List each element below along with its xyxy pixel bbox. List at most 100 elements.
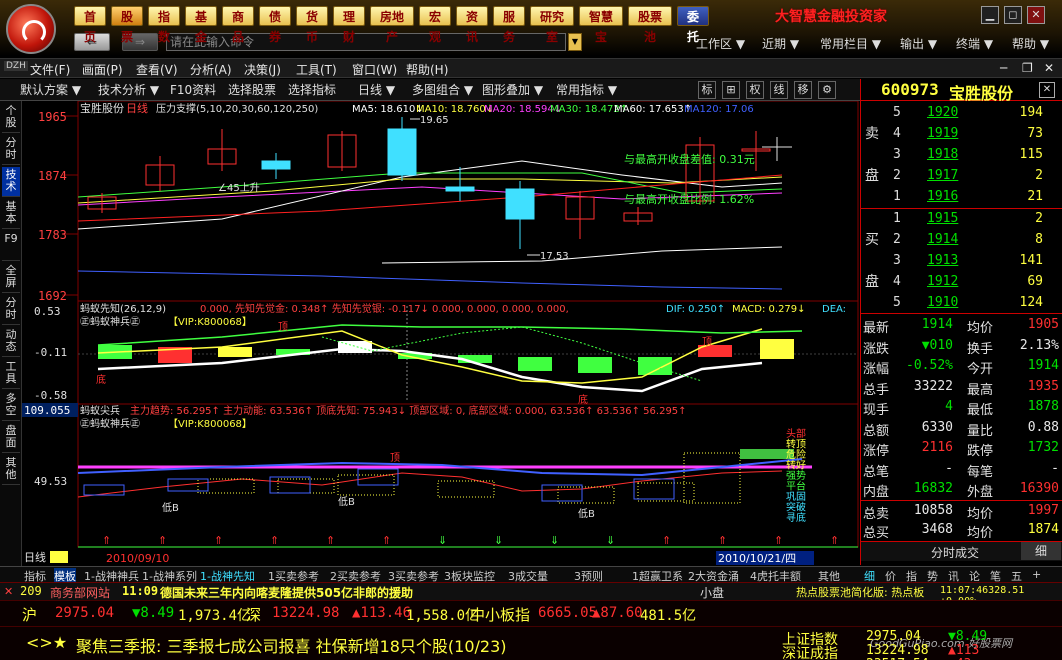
index-summary-bar: 沪 2975.04 ▼8.49 1,973.4亿 深 13224.98 ▲113… [0,600,1062,626]
top-menu-3[interactable]: 输出 ▼ [900,35,937,52]
left-tab-10[interactable]: 盘面 [2,423,20,453]
nav-button-14[interactable]: 股票池 [628,6,672,44]
left-tab-4[interactable]: F9 [2,231,20,261]
nav-button-2[interactable]: 指数 [148,6,180,44]
menu-item-1[interactable]: 画面(P) [82,61,123,78]
stat-label-2: 跌停 [967,444,994,459]
buy-row[interactable]: 2 1914 8 [861,230,1062,250]
menu-item-4[interactable]: 决策(J) [244,61,281,78]
sell-row[interactable]: 5 1920 194 [861,103,1062,123]
restore-icon[interactable]: ◻ [1004,6,1022,24]
left-tab-3[interactable]: 基本 [2,199,20,229]
stat-value: ▼010 [921,337,953,353]
menu-item-7[interactable]: 帮助(H) [406,61,448,78]
left-tab-5[interactable]: 全屏 [2,263,20,293]
nav-button-7[interactable]: 理财 [333,6,365,44]
toolbar-right-button-0[interactable]: 标 [698,81,716,99]
left-tab-8[interactable]: 工具 [2,359,20,389]
nav-button-11[interactable]: 服务 [493,6,525,44]
close-icon[interactable]: ✕ [1027,6,1045,24]
sell-row[interactable]: 4 1919 73 [861,124,1062,144]
stock-code: 600973 [881,80,939,99]
buy-row[interactable]: 3 1913 141 [861,251,1062,271]
buy-row[interactable]: 4 1912 69 [861,272,1062,292]
toolbar-item-0[interactable]: 默认方案 ▼ [20,81,81,98]
menu-minimize-icon[interactable]: ─ [1000,61,1007,75]
top-menu-5[interactable]: 帮助 ▼ [1012,35,1049,52]
sell-row[interactable]: 2 1917 2 [861,166,1062,186]
timeshare-button[interactable]: 分时成交 [931,544,979,561]
toolbar-item-5[interactable]: 日线 ▼ [358,81,395,98]
ticker-site[interactable]: 商务部网站 [50,584,110,601]
toolbar-item-3[interactable]: 选择股票 [228,81,276,98]
nav-button-0[interactable]: 首页 [74,6,106,44]
toolbar-right-button-4[interactable]: 移 [794,81,812,99]
nav-button-1[interactable]: 股票 [111,6,143,44]
detail-button[interactable]: 细 [1021,542,1061,560]
hot-pool-label[interactable]: 热点股票池简化版: 热点板 [796,584,924,600]
top-menu-0[interactable]: 工作区 ▼ [696,35,745,52]
nav-button-4[interactable]: 商品 [222,6,254,44]
left-tab-7[interactable]: 动态 [2,327,20,357]
left-tab-0[interactable]: 个股 [2,103,20,133]
left-tab-9[interactable]: 多空 [2,391,20,421]
left-tab-2[interactable]: 技术 [2,167,20,197]
stat-label-2: 外盘 [967,485,994,500]
menu-item-3[interactable]: 分析(A) [190,61,232,78]
ticker-headline[interactable]: 德国未来三年内向喀麦隆提供505亿非郎的援助 [160,584,413,601]
toolbar-item-6[interactable]: 多图组合 ▼ [412,81,473,98]
toolbar-right-button-1[interactable]: ⊞ [722,81,740,99]
kline-chart-area[interactable]: 1965 1874 1783 1692 宝胜股份 日线 压力支撑(5,10,20,30,60… [22,100,860,566]
nav-button-8[interactable]: 房地产 [370,6,414,44]
stat-row: 总额 6330 量比 0.88 [861,418,1062,439]
left-tab-11[interactable]: 其他 [2,455,20,485]
top-menu-1[interactable]: 近期 ▼ [762,35,799,52]
nav-button-9[interactable]: 宏观 [419,6,451,44]
nav-button-12[interactable]: 研究室 [530,6,574,44]
app-logo[interactable] [6,4,56,54]
buy-row[interactable]: 5 1910 124 [861,293,1062,313]
nav-button-5[interactable]: 债券 [259,6,291,44]
stat-value-2: - [1051,460,1059,476]
menu-restore-icon[interactable]: ❐ [1022,61,1033,75]
menu-bar: DZH ─ ❐ ✕ 文件(F) 画面(P) 查看(V) 分析(A) 决策(J) 工具(T)… [0,58,1062,78]
close-ticker-icon[interactable]: ✕ [4,585,13,598]
toolbar-item-8[interactable]: 常用指标 ▼ [556,81,617,98]
toolbar-item-4[interactable]: 选择指标 [288,81,336,98]
dzh-icon[interactable]: DZH [4,61,28,71]
menu-item-5[interactable]: 工具(T) [296,61,337,78]
ticker-small-cap[interactable]: 小盘 [700,584,724,601]
news-prefix-icon[interactable]: <>★ [26,633,67,652]
nav-button-15[interactable]: 委托 [677,6,709,44]
candle-body-7 [505,188,535,220]
volume: 194 [1019,105,1043,120]
buy-row[interactable]: 1 1915 2 [861,209,1062,229]
stat-label: 总笔 [863,464,890,480]
menu-item-0[interactable]: 文件(F) [30,61,70,78]
nav-button-13[interactable]: 智慧宝 [579,6,623,44]
menu-item-6[interactable]: 窗口(W) [352,61,397,78]
command-dropdown-icon[interactable]: ▼ [568,33,582,51]
close-panel-icon[interactable]: ✕ [1039,82,1055,98]
toolbar-right-button-2[interactable]: 权 [746,81,764,99]
toolbar-right-button-3[interactable]: 线 [770,81,788,99]
menu-item-2[interactable]: 查看(V) [136,61,178,78]
sell-row[interactable]: 1 1916 21 [861,187,1062,207]
news-headline[interactable]: 聚焦三季报: 三季报七成公司报喜 社保新增18只个股(10/23) [76,633,507,657]
top-menu-2[interactable]: 常用栏目 ▼ [820,35,881,52]
toolbar-item-1[interactable]: 技术分析 ▼ [98,81,159,98]
minimize-icon[interactable]: ▁ [981,6,999,24]
left-tab-6[interactable]: 分时 [2,295,20,325]
toolbar-item-2[interactable]: F10资料 [170,81,216,98]
toolbar-item-7[interactable]: 图形叠加 ▼ [482,81,543,98]
sub1-values: 0.000, 先知先觉金: 0.348↑ 先知先觉银: -0.117↓ 0.00… [200,302,569,315]
nav-button-10[interactable]: 资讯 [456,6,488,44]
top-menu-4[interactable]: 终端 ▼ [956,35,993,52]
quote-mini-tab-8[interactable]: + [1032,568,1041,581]
sell-row[interactable]: 3 1918 115 [861,145,1062,165]
toolbar-right-button-5[interactable]: ⚙ [818,81,836,99]
nav-button-3[interactable]: 基金 [185,6,217,44]
nav-button-6[interactable]: 货币 [296,6,328,44]
left-tab-1[interactable]: 分时 [2,135,20,165]
menu-close-icon[interactable]: ✕ [1044,61,1054,75]
